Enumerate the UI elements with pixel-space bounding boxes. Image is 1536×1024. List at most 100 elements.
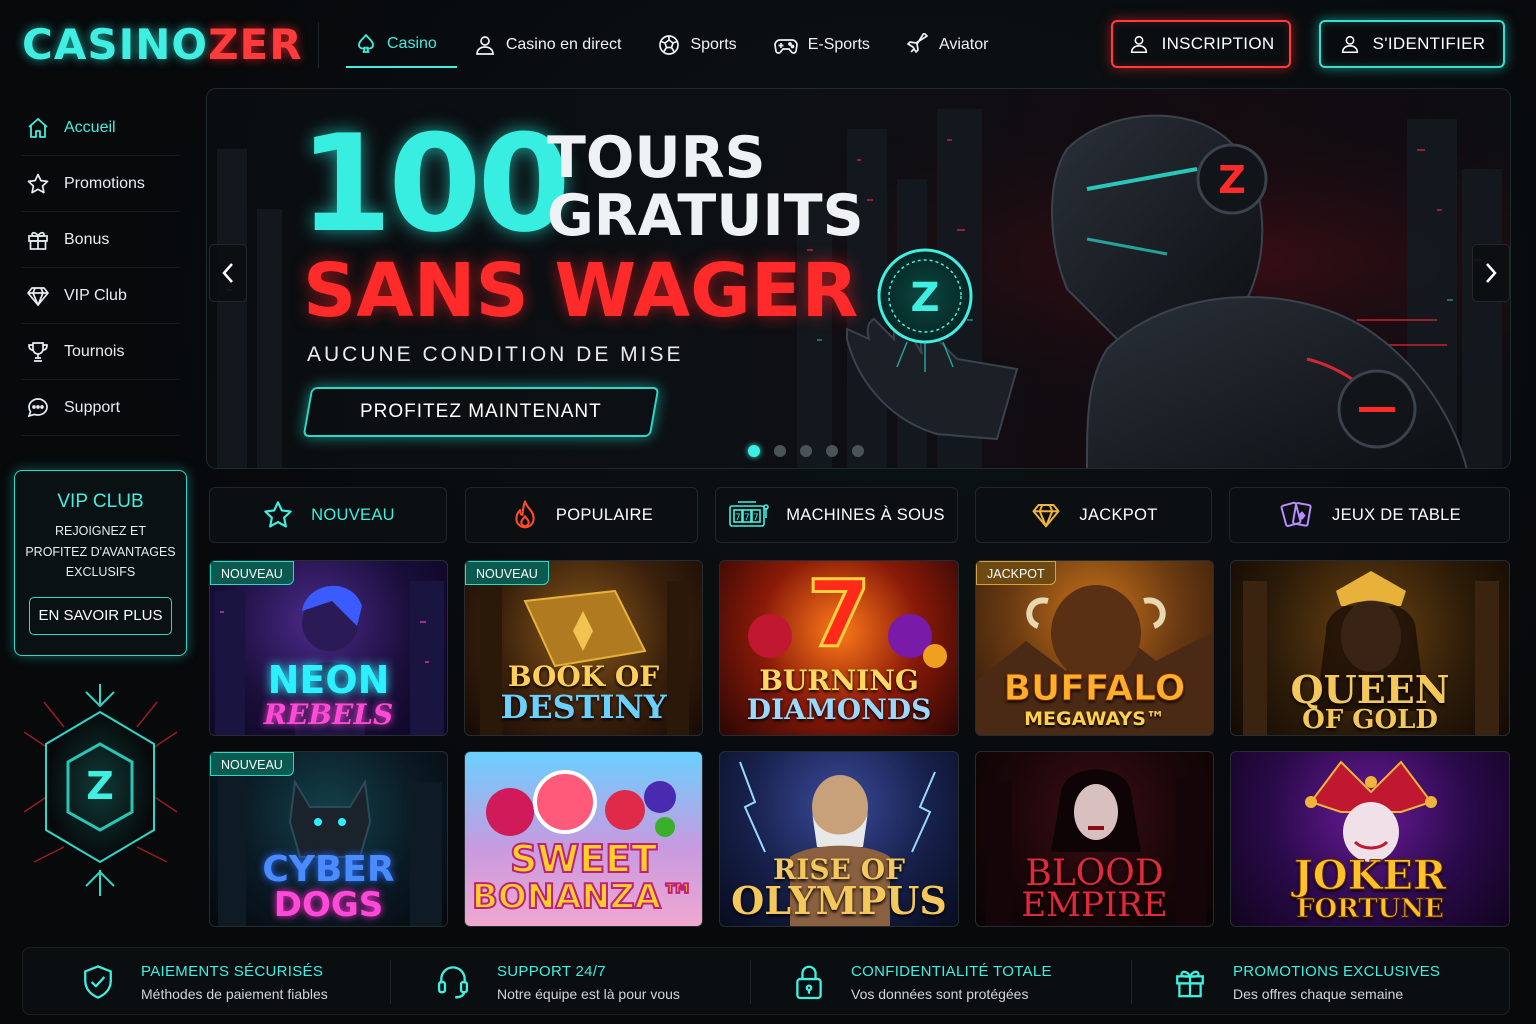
carousel-dots (748, 445, 864, 457)
category-jackpot[interactable]: JACKPOT (975, 487, 1212, 543)
carousel-dot[interactable] (800, 445, 812, 457)
feature-text: Notre équipe est là pour vous (497, 985, 680, 1002)
category-slots[interactable]: 777 MACHINES À SOUS (715, 487, 958, 543)
register-button[interactable]: INSCRIPTION (1111, 20, 1291, 68)
user-icon (1130, 35, 1147, 54)
login-button[interactable]: S'IDENTIFIER (1319, 20, 1505, 68)
vip-line-2: PROFITEZ D'AVANTAGES (25, 544, 176, 559)
hero-banner[interactable]: Z Z 100 TOURS GRATUITS SANS WAGER AUCUNE … (206, 88, 1511, 469)
sidebar-item-label: Accueil (64, 118, 116, 136)
chevron-left-icon (222, 263, 233, 283)
flame-icon (515, 500, 535, 529)
game-title-line-1: BUFFALO (1003, 668, 1186, 709)
svg-text:Z: Z (1218, 158, 1246, 202)
nav-casino[interactable]: Casino (346, 22, 457, 68)
game-card-cyber-dogs[interactable]: CYBER DOGS NOUVEAU (209, 751, 448, 927)
sidebar-item-promotions[interactable]: Promotions (22, 156, 180, 212)
carousel-dot[interactable] (852, 445, 864, 457)
nav-aviator[interactable]: Aviator (898, 22, 1009, 68)
game-card-book-of-destiny[interactable]: BOOK OF DESTINY NOUVEAU (464, 560, 703, 736)
category-tabs: NOUVEAU POPULAIRE 777 MACHINES À SOUS JA… (209, 487, 1510, 543)
carousel-next-button[interactable] (1472, 244, 1510, 302)
vip-line-3: EXCLUSIFS (65, 565, 136, 579)
game-title-line-2: BONANZA™ (471, 877, 696, 917)
nav-sports[interactable]: Sports (649, 22, 756, 68)
feature-text: Des offres chaque semaine (1233, 985, 1404, 1002)
carousel-dot[interactable] (748, 445, 760, 457)
hero-cta-label: PROFITEZ MAINTENANT (360, 401, 602, 422)
jackpot-badge: JACKPOT (976, 561, 1056, 585)
sidebar-item-tournaments[interactable]: Tournois (22, 324, 180, 380)
gift-icon (28, 231, 48, 250)
sidebar-item-label: Bonus (64, 230, 110, 248)
logo-part-zer: ZER (208, 20, 303, 69)
game-title-line-2: EMPIRE (1021, 885, 1168, 925)
chevron-right-icon (1486, 263, 1497, 283)
carousel-dot[interactable] (774, 445, 786, 457)
nav-live-casino-label: Casino en direct (505, 36, 622, 53)
game-title-line-1: JOKER (1293, 852, 1447, 899)
game-card-joker-fortune[interactable]: JOKER FORTUNE (1230, 751, 1510, 927)
game-card-buffalo-megaways[interactable]: BUFFALO MEGAWAYS™ JACKPOT (975, 560, 1214, 736)
hero-line-2: GRATUITS (547, 183, 864, 249)
game-title-line-2: DESTINY (500, 688, 667, 726)
nav-live-casino[interactable]: Casino en direct (465, 22, 642, 68)
category-new[interactable]: NOUVEAU (209, 487, 447, 543)
sidebar-item-label: Promotions (64, 174, 145, 192)
carousel-dot[interactable] (826, 445, 838, 457)
chat-icon (27, 397, 48, 417)
new-badge: NOUVEAU (465, 561, 549, 585)
vip-club-box: VIP CLUB REJOIGNEZ ET PROFITEZ D'AVANTAGE… (14, 470, 187, 656)
casino-homepage: { "brand": {"logo_part1": "CASINO", "log… (0, 0, 1536, 1024)
divider (1131, 960, 1132, 1004)
sidebar-item-vip-club[interactable]: VIP Club (22, 268, 180, 324)
feature-title: PROMOTIONS EXCLUSIVES (1233, 962, 1441, 980)
feature-privacy: CONFIDENTIALITÉ TOTALE Vos données sont p… (793, 948, 1052, 1016)
star-icon (27, 173, 49, 193)
lock-icon (796, 965, 822, 1000)
category-table-games[interactable]: JEUX DE TABLE (1229, 487, 1510, 543)
game-card-burning-diamonds[interactable]: 7 BURNING DIAMONDS (719, 560, 959, 736)
nav-sports-label: Sports (690, 36, 737, 53)
nav-esports[interactable]: E-Sports (765, 22, 890, 68)
hero-subtitle: AUCUNE CONDITION DE MISE (307, 343, 684, 366)
game-title-line-2: FORTUNE (1296, 894, 1445, 924)
hero-number: 100 (299, 106, 571, 262)
new-badge: NOUVEAU (210, 561, 294, 585)
game-title-line-1: NEON (267, 658, 390, 702)
game-card-queen-of-gold[interactable]: QUEEN OF GOLD (1230, 560, 1510, 736)
game-card-neon-rebels[interactable]: NEON REBELS NOUVEAU (209, 560, 448, 736)
logo[interactable]: CASINOZER (22, 20, 303, 70)
top-bar: CASINOZER Casino Casino en direct Sports… (0, 0, 1536, 88)
game-card-sweet-bonanza[interactable]: SWEET BONANZA™ (464, 751, 703, 927)
trophy-icon (28, 341, 48, 362)
star-icon (264, 501, 292, 528)
hero-cta-button[interactable]: PROFITEZ MAINTENANT (302, 387, 660, 437)
sidebar-item-label: VIP Club (64, 286, 127, 304)
sidebar-item-home[interactable]: Accueil (22, 100, 180, 156)
learn-more-button[interactable]: EN SAVOIR PLUS (29, 596, 172, 635)
game-title-line-1: BURNING (759, 664, 919, 697)
game-card-blood-empire[interactable]: BLOOD EMPIRE (975, 751, 1214, 927)
nav-esports-label: E-Sports (807, 36, 870, 53)
svg-text:Z: Z (86, 764, 114, 808)
category-label: JEUX DE TABLE (1332, 505, 1461, 524)
game-title-line-2: REBELS (263, 698, 394, 731)
feature-text: Vos données sont protégées (851, 985, 1029, 1002)
footer-features: PAIEMENTS SÉCURISÉS Méthodes de paiement … (22, 947, 1510, 1015)
nav-aviator-label: Aviator (938, 36, 989, 53)
category-label: NOUVEAU (311, 505, 395, 524)
sidebar-item-bonus[interactable]: Bonus (22, 212, 180, 268)
hero-tours-gratuits: TOURS GRATUITS (547, 129, 864, 245)
category-popular[interactable]: POPULAIRE (465, 487, 698, 543)
hero-line-1: TOURS (547, 125, 766, 191)
feature-title: CONFIDENTIALITÉ TOTALE (851, 962, 1052, 980)
feature-promotions: PROMOTIONS EXCLUSIVES Des offres chaque s… (1173, 948, 1440, 1016)
category-label: JACKPOT (1079, 505, 1158, 524)
carousel-prev-button[interactable] (209, 244, 247, 302)
shield-check-icon (84, 965, 112, 999)
spade-icon (358, 34, 374, 53)
sidebar-item-support[interactable]: Support (22, 380, 180, 436)
game-card-rise-of-olympus[interactable]: RISE OF OLYMPUS (719, 751, 959, 927)
category-label: MACHINES À SOUS (786, 505, 945, 524)
